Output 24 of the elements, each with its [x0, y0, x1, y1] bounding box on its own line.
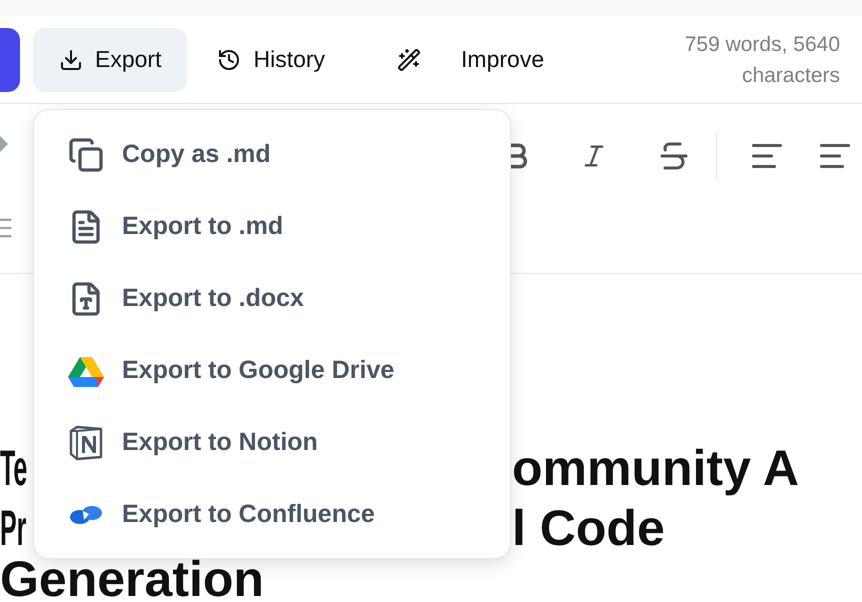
magic-wand-icon — [397, 48, 422, 72]
arrow-icon — [0, 136, 8, 152]
heading-text: Te — [0, 439, 28, 498]
primary-button[interactable] — [0, 28, 20, 92]
copy-icon — [68, 137, 104, 173]
heading-text: Pr — [0, 499, 26, 558]
menu-item[interactable]: Copy as .md — [34, 119, 510, 191]
toolbar-button[interactable]: Export — [33, 28, 188, 92]
heading-text: l Code — [512, 499, 665, 558]
toolbar-button[interactable]: Improve — [371, 28, 570, 92]
toolbar-button[interactable]: History — [191, 28, 352, 92]
heading-text: ommunity A — [512, 439, 800, 498]
download-icon — [59, 48, 83, 72]
menu-item[interactable]: Export to .docx — [34, 263, 510, 335]
heading-text: Generation — [0, 558, 264, 601]
history-icon — [217, 48, 242, 72]
swirl-logo-icon — [68, 503, 104, 527]
menu-item[interactable]: Export to .md — [34, 191, 510, 263]
cube-logo-icon — [68, 425, 104, 461]
menu-item[interactable]: Export to Google Drive — [34, 335, 510, 407]
triangle-logo-icon — [68, 355, 104, 387]
menu-item[interactable]: Export to Confluence — [34, 479, 510, 551]
word-count: 759 words, 5640 characters — [684, 32, 840, 88]
menu-item[interactable]: Export to Notion — [34, 407, 510, 479]
